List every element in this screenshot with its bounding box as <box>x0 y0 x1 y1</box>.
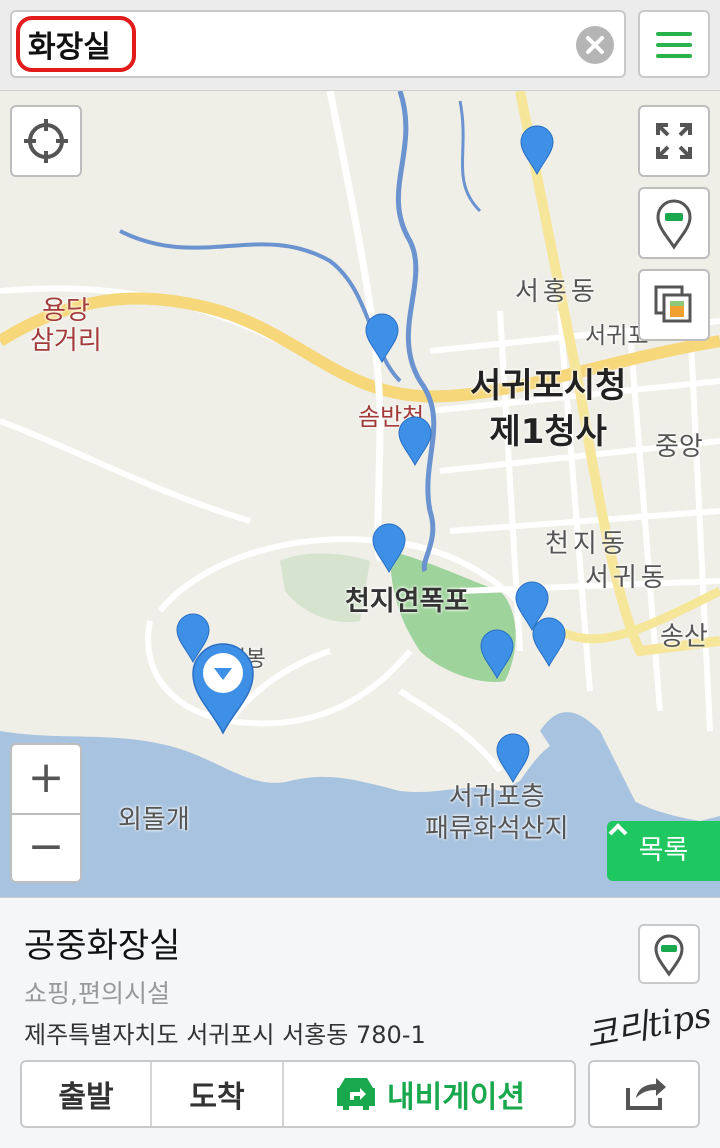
place-category: 쇼핑,편의시설 <box>24 979 170 1008</box>
layers-icon <box>654 285 692 323</box>
selected-map-pin-icon[interactable] <box>190 641 256 735</box>
place-name[interactable]: 공중화장실 <box>24 918 180 967</box>
map-pin-icon[interactable] <box>372 523 406 573</box>
map-label-oedolgae: 외돌개 <box>118 805 190 835</box>
share-icon <box>626 1078 666 1110</box>
map-label-cityhall: 서귀포시청 제1청사 <box>470 366 627 452</box>
hamburger-line <box>656 54 692 58</box>
zoom-out-button[interactable]: − <box>12 815 80 881</box>
map-view[interactable]: 용당 삼거리 서홍동 서귀포 서귀포시청 제1청사 중앙 솜반천 천지동 서귀동… <box>0 91 720 897</box>
zoom-in-button[interactable]: + <box>12 745 80 813</box>
map-pin-icon[interactable] <box>398 416 432 466</box>
map-pin-icon[interactable] <box>496 733 530 783</box>
navigation-label: 내비게이션 <box>387 1080 525 1115</box>
layers-button[interactable] <box>638 269 710 341</box>
zoom-controls: + − <box>10 743 82 883</box>
map-pin-icon[interactable] <box>365 313 399 363</box>
map-label-jungang: 중앙 <box>655 432 703 462</box>
place-info-panel: 공중화장실 쇼핑,편의시설 제주특별자치도 서귀포시 서홍동 780-1 코리t… <box>0 897 720 1148</box>
arrive-button[interactable]: 도착 <box>152 1062 284 1126</box>
expand-icon <box>656 123 692 159</box>
map-label-yongdang: 용당 삼거리 <box>30 296 102 356</box>
map-label-seogwi-dong: 서귀동 <box>585 563 669 593</box>
search-query-text: 화장실 <box>28 30 111 65</box>
map-label-fossil: 서귀포층 패류화석산지 <box>425 782 569 844</box>
map-pin-icon <box>656 199 692 250</box>
crosshair-icon <box>24 119 68 163</box>
share-button[interactable] <box>588 1060 700 1128</box>
marker-toggle-button[interactable] <box>638 187 710 259</box>
list-button-label: 목록 <box>638 835 689 866</box>
map-label-cheonjiyeon: 천지연폭포 <box>345 586 470 617</box>
route-actions: 출발 도착 내비게이션 <box>20 1060 576 1128</box>
map-pin-icon[interactable] <box>520 125 554 175</box>
map-pin-icon[interactable] <box>480 629 514 679</box>
map-label-song: 송산 <box>660 622 708 652</box>
map-label-cheonji-dong: 천지동 <box>545 529 629 559</box>
navigation-button[interactable]: 내비게이션 <box>284 1062 574 1126</box>
map-pin-icon <box>654 934 684 977</box>
chevron-up-icon <box>608 823 628 836</box>
map-label-seohong: 서홍동 <box>515 277 599 307</box>
depart-button[interactable]: 출발 <box>22 1062 152 1126</box>
search-input[interactable]: 화장실 <box>10 10 626 78</box>
hamburger-line <box>656 43 692 47</box>
place-address: 제주특별자치도 서귀포시 서홍동 780-1 <box>24 1021 426 1049</box>
hamburger-menu-icon <box>656 32 692 36</box>
map-base <box>0 91 720 897</box>
close-circle-icon <box>586 36 604 54</box>
menu-button[interactable] <box>638 10 710 78</box>
top-bar: 화장실 <box>0 0 720 91</box>
show-on-map-button[interactable] <box>638 924 700 984</box>
map-pin-icon[interactable] <box>532 617 566 667</box>
fullscreen-button[interactable] <box>638 105 710 177</box>
clear-search-button[interactable] <box>576 26 614 64</box>
car-navigation-icon <box>337 1078 375 1110</box>
watermark-logo: 코리tips <box>583 995 715 1057</box>
list-button[interactable]: 목록 <box>607 821 720 881</box>
locate-me-button[interactable] <box>10 105 82 177</box>
